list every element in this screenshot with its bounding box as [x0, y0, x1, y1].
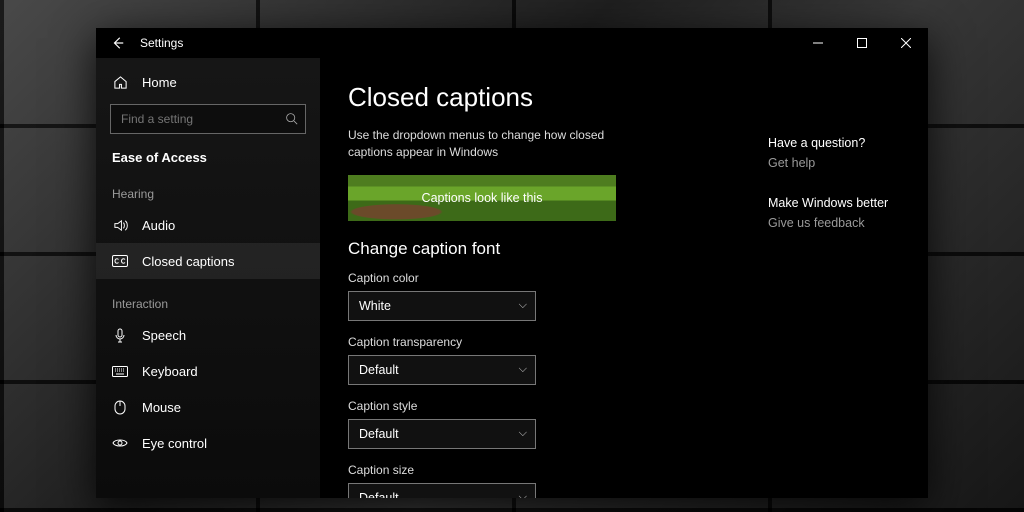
- rail-improve: Make Windows better: [768, 196, 900, 210]
- field-caption-color: Caption color White ⌵: [348, 271, 728, 321]
- search-container: [96, 100, 320, 142]
- select-value: Default: [359, 491, 399, 498]
- chevron-down-icon: ⌵: [519, 299, 527, 312]
- sidebar-item-mouse[interactable]: Mouse: [96, 389, 320, 425]
- chevron-down-icon: ⌵: [519, 363, 527, 376]
- get-help-link[interactable]: Get help: [768, 156, 900, 170]
- chevron-down-icon: ⌵: [519, 427, 527, 440]
- field-caption-transparency: Caption transparency Default ⌵: [348, 335, 728, 385]
- sidebar: Home Ease of Access Hearing Audio: [96, 58, 320, 498]
- home-icon: [112, 74, 128, 90]
- field-label: Caption transparency: [348, 335, 728, 349]
- sidebar-item-closed-captions[interactable]: Closed captions: [96, 243, 320, 279]
- sidebar-item-label: Keyboard: [142, 364, 198, 379]
- arrow-left-icon: [111, 36, 125, 50]
- rail-question: Have a question?: [768, 136, 900, 150]
- field-label: Caption size: [348, 463, 728, 477]
- eye-icon: [112, 435, 128, 451]
- field-label: Caption style: [348, 399, 728, 413]
- sidebar-item-label: Mouse: [142, 400, 181, 415]
- audio-icon: [112, 217, 128, 233]
- minimize-icon: [813, 38, 823, 48]
- titlebar: Settings: [96, 28, 928, 58]
- page-description: Use the dropdown menus to change how clo…: [348, 127, 648, 161]
- page-title: Closed captions: [348, 82, 728, 113]
- mic-icon: [112, 327, 128, 343]
- sidebar-item-label: Closed captions: [142, 254, 235, 269]
- field-caption-size: Caption size Default ⌵: [348, 463, 728, 498]
- select-value: White: [359, 299, 391, 313]
- close-icon: [901, 38, 911, 48]
- sidebar-home[interactable]: Home: [96, 64, 320, 100]
- chevron-down-icon: ⌵: [519, 491, 527, 498]
- select-value: Default: [359, 363, 399, 377]
- maximize-icon: [857, 38, 867, 48]
- select-caption-size[interactable]: Default ⌵: [348, 483, 536, 498]
- cc-icon: [112, 253, 128, 269]
- sidebar-item-label: Audio: [142, 218, 175, 233]
- field-label: Caption color: [348, 271, 728, 285]
- search-icon: [285, 112, 298, 125]
- maximize-button[interactable]: [840, 28, 884, 58]
- caption-preview: Captions look like this: [348, 175, 616, 221]
- sidebar-category: Ease of Access: [96, 142, 320, 169]
- sidebar-home-label: Home: [142, 75, 177, 90]
- back-button[interactable]: [96, 28, 140, 58]
- sidebar-item-keyboard[interactable]: Keyboard: [96, 353, 320, 389]
- sidebar-item-audio[interactable]: Audio: [96, 207, 320, 243]
- sidebar-group-hearing: Hearing: [96, 169, 320, 207]
- sidebar-item-eye-control[interactable]: Eye control: [96, 425, 320, 461]
- section-heading: Change caption font: [348, 239, 728, 259]
- main-content: Closed captions Use the dropdown menus t…: [320, 58, 928, 498]
- window-title: Settings: [140, 36, 183, 50]
- sidebar-item-label: Speech: [142, 328, 186, 343]
- right-rail: Have a question? Get help Make Windows b…: [768, 82, 900, 498]
- sidebar-item-speech[interactable]: Speech: [96, 317, 320, 353]
- give-feedback-link[interactable]: Give us feedback: [768, 216, 900, 230]
- select-value: Default: [359, 427, 399, 441]
- minimize-button[interactable]: [796, 28, 840, 58]
- mouse-icon: [112, 399, 128, 415]
- close-button[interactable]: [884, 28, 928, 58]
- select-caption-style[interactable]: Default ⌵: [348, 419, 536, 449]
- select-caption-transparency[interactable]: Default ⌵: [348, 355, 536, 385]
- field-caption-style: Caption style Default ⌵: [348, 399, 728, 449]
- keyboard-icon: [112, 363, 128, 379]
- sidebar-item-label: Eye control: [142, 436, 207, 451]
- caption-preview-text: Captions look like this: [422, 191, 543, 205]
- settings-window: Settings Home Ease of Access Hearing: [96, 28, 928, 498]
- select-caption-color[interactable]: White ⌵: [348, 291, 536, 321]
- search-input[interactable]: [110, 104, 306, 134]
- sidebar-group-interaction: Interaction: [96, 279, 320, 317]
